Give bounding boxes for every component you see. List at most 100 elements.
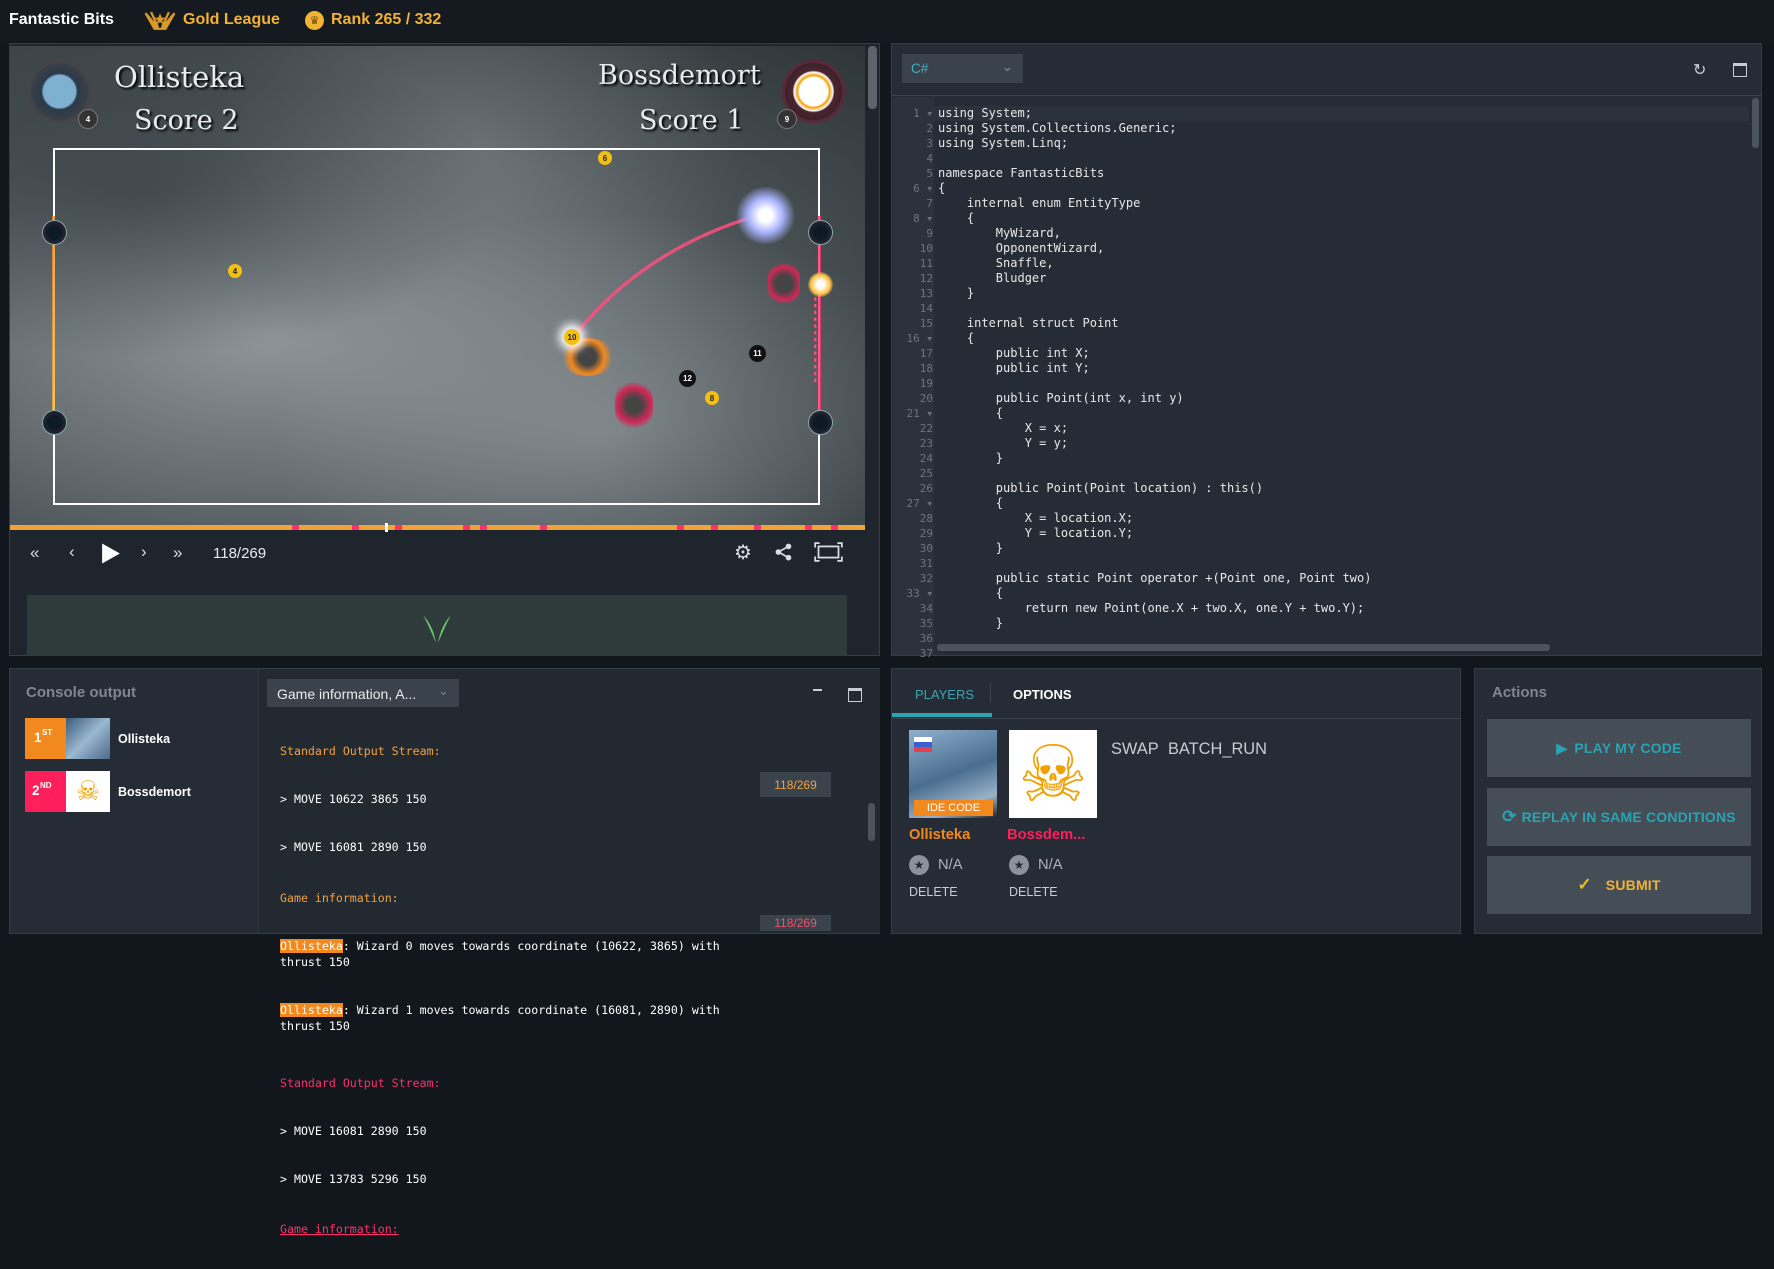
fullscreen-icon[interactable] bbox=[814, 542, 843, 562]
timeline-event-marker bbox=[830, 525, 838, 530]
line-number: 36 bbox=[919, 632, 933, 645]
snaffle bbox=[808, 272, 833, 297]
code-line[interactable]: } bbox=[938, 616, 1003, 631]
replay-button[interactable]: ⟳ REPLAY IN SAME CONDITIONS bbox=[1487, 788, 1751, 846]
delete-player-button[interactable]: DELETE bbox=[909, 885, 958, 899]
fast-forward-button[interactable]: » bbox=[173, 543, 182, 563]
skull-avatar-icon: ☠ bbox=[66, 771, 110, 812]
language-select[interactable]: C# ⌄ bbox=[902, 54, 1023, 83]
console-log-area: Game information, A... ⌄ Standard Output… bbox=[258, 669, 880, 1236]
tab-players[interactable]: PLAYERS bbox=[915, 687, 974, 702]
line-number: 37 bbox=[919, 647, 933, 660]
maximize-icon[interactable] bbox=[1733, 63, 1747, 77]
league-label: Gold League bbox=[183, 11, 280, 28]
code-line[interactable]: MyWizard, bbox=[938, 226, 1061, 241]
code-editor[interactable]: 1 ▾ using System; 2 using System.Collectio… bbox=[892, 106, 1750, 660]
line-number: 31 bbox=[919, 557, 933, 570]
code-line[interactable]: using System; bbox=[938, 106, 1032, 121]
code-line[interactable]: Bludger bbox=[938, 271, 1047, 286]
play-my-code-button[interactable]: ▶ PLAY MY CODE bbox=[1487, 719, 1751, 777]
code-line[interactable]: OpponentWizard, bbox=[938, 241, 1104, 256]
line-number: 10 bbox=[919, 242, 933, 255]
step-back-button[interactable]: ‹ bbox=[69, 542, 75, 562]
rank-star-icon: ★ bbox=[909, 855, 929, 875]
code-line[interactable]: { bbox=[938, 496, 1003, 511]
code-line[interactable]: Y = location.Y; bbox=[938, 526, 1133, 541]
code-line[interactable]: public int X; bbox=[938, 346, 1090, 361]
play-button[interactable] bbox=[101, 542, 121, 565]
log-line: > MOVE 13783 5296 150 bbox=[280, 1172, 427, 1186]
trophy-icon: ♛ bbox=[305, 11, 324, 30]
player-rank: N/A bbox=[938, 857, 963, 873]
game-arena[interactable]: 4 Ollisteka Score 2 9 Bossdemort Score 1… bbox=[10, 46, 865, 528]
line-number: 6 ▾ bbox=[913, 182, 933, 195]
line-number: 32 bbox=[919, 572, 933, 585]
submit-button[interactable]: ✓ SUBMIT bbox=[1487, 856, 1751, 914]
code-line[interactable]: public Point(Point location) : this() bbox=[938, 481, 1263, 496]
player-avatar[interactable]: IDE CODE bbox=[909, 730, 997, 818]
line-number: 33 ▾ bbox=[906, 587, 934, 600]
console-panel: Console output 1 ST Ollisteka 2 ND ☠ Bossd… bbox=[9, 668, 880, 1236]
rewind-button[interactable]: « bbox=[30, 543, 39, 563]
share-icon[interactable] bbox=[775, 543, 793, 561]
player-name-highlight: Ollisteka bbox=[280, 939, 343, 953]
frame-link-badge[interactable]: 118/269 bbox=[760, 915, 831, 931]
code-line[interactable]: X = x; bbox=[938, 421, 1068, 436]
rank-label: Rank 265 / 332 bbox=[331, 11, 442, 28]
line-number: 8 ▾ bbox=[913, 212, 933, 225]
code-line[interactable]: public static Point operator +(Point one… bbox=[938, 571, 1372, 586]
code-line[interactable]: { bbox=[938, 211, 974, 226]
skull-avatar-icon[interactable]: ☠ bbox=[1009, 730, 1097, 818]
code-line[interactable]: internal enum EntityType bbox=[938, 196, 1140, 211]
code-line[interactable]: { bbox=[938, 331, 974, 346]
timeline-cursor[interactable] bbox=[385, 523, 389, 532]
code-line[interactable]: namespace FantasticBits bbox=[938, 166, 1104, 181]
code-line[interactable]: public Point(int x, int y) bbox=[938, 391, 1184, 406]
active-tab-indicator bbox=[892, 713, 992, 717]
timeline-bar[interactable] bbox=[10, 523, 865, 532]
language-select-value: C# bbox=[911, 61, 929, 76]
code-line[interactable]: { bbox=[938, 406, 1003, 421]
code-line[interactable]: return new Point(one.X + two.X, one.Y + … bbox=[938, 601, 1365, 616]
batch-run-button[interactable]: BATCH_RUN bbox=[1168, 740, 1267, 759]
log-filter-select[interactable]: Game information, A... ⌄ bbox=[267, 679, 459, 707]
editor-horizontal-scrollbar[interactable] bbox=[937, 644, 1550, 651]
code-line[interactable]: X = location.X; bbox=[938, 511, 1133, 526]
code-editor-panel: C# ⌄ ↻ 1 ▾ using System; 2 using System.Co… bbox=[891, 43, 1762, 660]
line-number: 13 bbox=[919, 287, 933, 300]
maximize-icon[interactable] bbox=[848, 688, 862, 702]
settings-gear-icon[interactable]: ⚙ bbox=[734, 540, 752, 565]
code-line[interactable]: } bbox=[938, 286, 974, 301]
tab-options[interactable]: OPTIONS bbox=[1013, 687, 1072, 702]
minimize-icon[interactable] bbox=[813, 689, 822, 691]
reset-code-icon[interactable]: ↻ bbox=[1693, 60, 1706, 80]
code-line[interactable]: { bbox=[938, 181, 945, 196]
line-number: 28 bbox=[919, 512, 933, 525]
console-log[interactable]: Standard Output Stream: > MOVE 10622 386… bbox=[280, 711, 752, 1269]
timeline-event-marker bbox=[480, 525, 488, 530]
code-line[interactable]: using System.Collections.Generic; bbox=[938, 121, 1176, 136]
swap-button[interactable]: SWAP bbox=[1111, 740, 1159, 759]
code-line[interactable]: public int Y; bbox=[938, 361, 1090, 376]
editor-vertical-scrollbar[interactable] bbox=[1752, 98, 1759, 148]
step-forward-button[interactable]: › bbox=[141, 542, 147, 562]
line-number: 25 bbox=[919, 467, 933, 480]
console-scrollbar[interactable] bbox=[868, 803, 875, 841]
code-line[interactable]: internal struct Point bbox=[938, 316, 1119, 331]
log-line: Ollisteka: Wizard 0 moves towards coordi… bbox=[280, 938, 752, 970]
player-rank: N/A bbox=[1038, 857, 1063, 873]
timeline-event-marker bbox=[352, 525, 359, 530]
log-line: > MOVE 16081 2890 150 bbox=[280, 1124, 427, 1138]
code-line[interactable]: { bbox=[938, 586, 1003, 601]
code-line[interactable]: Y = y; bbox=[938, 436, 1068, 451]
delete-player-button[interactable]: DELETE bbox=[1009, 885, 1058, 899]
code-line[interactable]: using System.Linq; bbox=[938, 136, 1068, 151]
timeline-event-marker bbox=[753, 525, 761, 530]
frame-link-badge[interactable]: 118/269 bbox=[760, 772, 831, 797]
log-text: : Wizard 1 moves towards coordinate (160… bbox=[280, 1003, 727, 1033]
code-line[interactable]: } bbox=[938, 541, 1003, 556]
ranking-name: Bossdemort bbox=[118, 785, 191, 799]
viewer-scrollbar[interactable] bbox=[868, 46, 877, 109]
code-line[interactable]: Snaffle, bbox=[938, 256, 1054, 271]
code-line[interactable]: } bbox=[938, 451, 1003, 466]
